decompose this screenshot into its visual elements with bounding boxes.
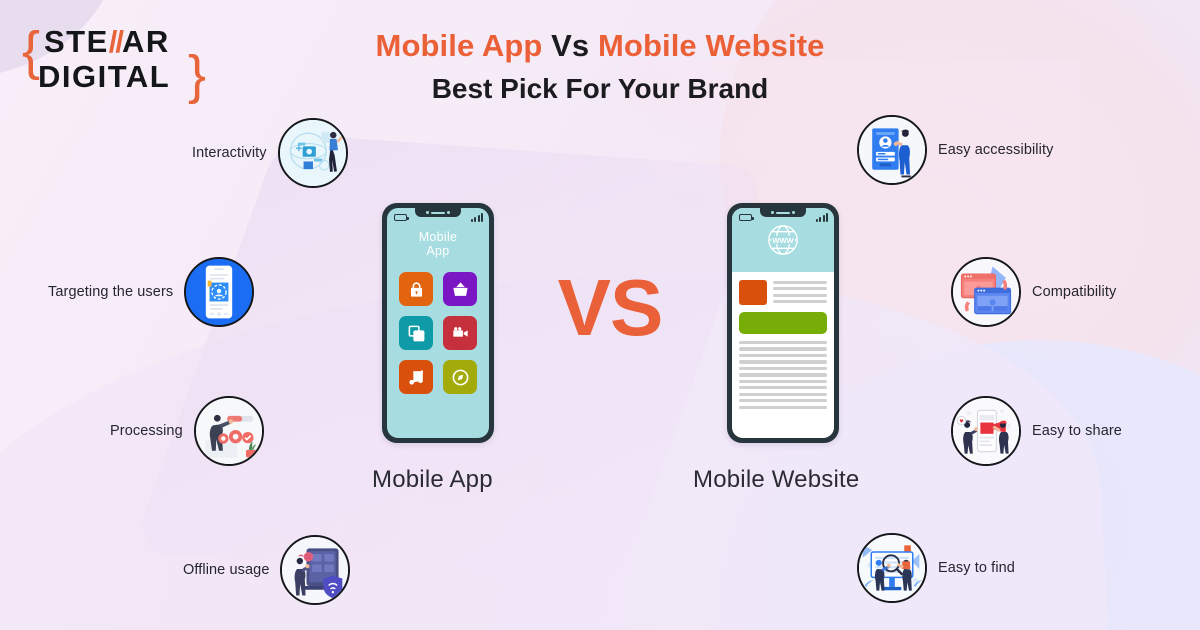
- screen-title-line2: App: [426, 244, 450, 258]
- website-text-lines-top: [773, 280, 827, 305]
- website-text-line: [773, 293, 827, 297]
- website-text-line: [739, 392, 827, 396]
- website-text-line: [739, 347, 827, 351]
- easy-to-share-art: [953, 398, 1019, 464]
- targeting-users-illustration-icon: [184, 257, 255, 327]
- signal-bars-icon: [816, 212, 828, 222]
- website-text-line: [739, 399, 827, 403]
- logo-slashes: //: [108, 24, 124, 59]
- feature-label-share: Easy to share: [1032, 423, 1122, 439]
- logo-line-one: STE//AR: [44, 26, 170, 57]
- app-icon-grid: [399, 272, 477, 394]
- website-text-line: [739, 386, 827, 390]
- website-thumbnail: [739, 280, 767, 305]
- website-text-line: [739, 405, 827, 409]
- compatibility-art: [953, 259, 1019, 325]
- website-text-line: [773, 287, 827, 291]
- title-mobile-website: Mobile Website: [597, 28, 825, 63]
- mobile-website-caption: Mobile Website: [693, 466, 860, 493]
- processing-art: [195, 398, 262, 464]
- interactivity-art: [279, 120, 346, 186]
- logo-brace-right: }: [188, 45, 207, 105]
- battery-icon: [394, 214, 409, 221]
- logo-ar: AR: [122, 24, 170, 59]
- feature-offline-usage[interactable]: Offline usage: [183, 535, 351, 605]
- website-text-line: [739, 341, 827, 345]
- easy-to-find-art: [859, 535, 925, 601]
- feature-interactivity[interactable]: Interactivity: [192, 118, 348, 188]
- feature-label-targeting: Targeting the users: [48, 284, 174, 300]
- feature-processing[interactable]: Processing: [110, 396, 264, 466]
- website-text-line: [773, 299, 827, 303]
- targeting-users-art: [186, 259, 253, 325]
- feature-label-compatibility: Compatibility: [1032, 284, 1117, 300]
- photos-app-icon[interactable]: [399, 316, 433, 350]
- brand-logo[interactable]: { } STE//AR DIGITAL: [22, 24, 222, 105]
- easy-to-share-illustration-icon: [951, 396, 1021, 466]
- phone-notch: [415, 208, 461, 217]
- website-text-line: [739, 373, 827, 377]
- feature-targeting-the-users[interactable]: Targeting the users: [48, 257, 255, 327]
- music-app-icon[interactable]: [399, 360, 433, 394]
- feature-easy-accessibility[interactable]: Easy accessibility: [857, 115, 1053, 185]
- basket-app-icon[interactable]: [443, 272, 477, 306]
- feature-label-accessibility: Easy accessibility: [938, 142, 1054, 158]
- mobile-app-phone: Mobile App: [382, 203, 494, 443]
- title-mobile-app: Mobile App: [375, 28, 552, 63]
- website-banner: [739, 312, 827, 334]
- feature-label-processing: Processing: [110, 423, 183, 439]
- website-text-line: [739, 360, 827, 364]
- mobile-website-phone: WWW: [727, 203, 839, 443]
- page-title: Mobile App Vs Mobile Website: [320, 28, 880, 64]
- svg-text:WWW: WWW: [772, 236, 794, 245]
- feature-label-offline: Offline usage: [183, 562, 270, 578]
- vs-label: VS: [557, 263, 664, 352]
- offline-usage-illustration-icon: [280, 535, 351, 605]
- logo-ste: STE: [44, 24, 109, 59]
- website-body: [732, 272, 834, 438]
- website-text-line: [739, 353, 827, 358]
- signal-bars-icon: [471, 212, 483, 222]
- easy-accessibility-illustration-icon: [857, 115, 927, 185]
- screen-title-line1: Mobile: [418, 230, 458, 244]
- offline-usage-art: [282, 537, 349, 603]
- www-globe-icon: WWW: [768, 225, 798, 255]
- phone-notch: [760, 208, 806, 217]
- website-text-lines-bottom: [739, 341, 827, 409]
- mobile-app-screen-title: Mobile App: [387, 230, 489, 258]
- mobile-app-caption: Mobile App: [372, 466, 493, 493]
- infographic-canvas: { } STE//AR DIGITAL Mobile App Vs Mobile…: [0, 0, 1200, 630]
- feature-easy-to-share[interactable]: Easy to share: [951, 396, 1122, 466]
- feature-label-interactivity: Interactivity: [192, 145, 267, 161]
- feature-label-find: Easy to find: [938, 560, 1015, 576]
- website-text-line: [773, 281, 827, 285]
- website-text-line: [739, 379, 827, 383]
- battery-icon: [739, 214, 754, 221]
- website-top-row: [739, 280, 827, 305]
- lock-app-icon[interactable]: [399, 272, 433, 306]
- mobile-app-screen: Mobile App: [387, 208, 489, 438]
- logo-line-two: DIGITAL: [38, 59, 171, 94]
- compatibility-windows-illustration-icon: [951, 257, 1021, 327]
- title-vs: Vs: [551, 28, 598, 63]
- feature-easy-to-find[interactable]: Easy to find: [857, 533, 1015, 603]
- interactivity-illustration-icon: [277, 118, 348, 188]
- website-text-line: [739, 366, 827, 371]
- compass-app-icon[interactable]: [443, 360, 477, 394]
- video-camera-app-icon[interactable]: [443, 316, 477, 350]
- feature-compatibility[interactable]: Compatibility: [951, 257, 1116, 327]
- mobile-website-screen: WWW: [732, 208, 834, 438]
- page-subtitle: Best Pick For Your Brand: [431, 73, 769, 104]
- easy-to-find-illustration-icon: [857, 533, 927, 603]
- easy-accessibility-art: [859, 117, 925, 183]
- processing-gears-illustration-icon: [193, 396, 264, 466]
- title-block: Mobile App Vs Mobile Website Best Pick F…: [320, 28, 880, 105]
